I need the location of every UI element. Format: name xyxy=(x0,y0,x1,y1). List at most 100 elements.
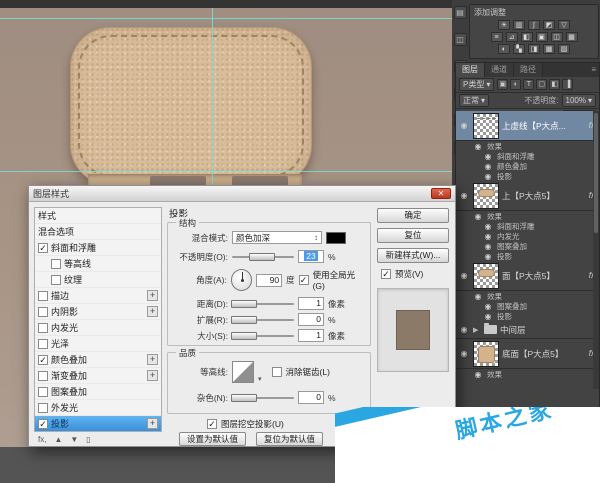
style-item-0[interactable]: 样式 xyxy=(35,208,161,224)
curves-icon[interactable]: ∫ xyxy=(528,20,540,30)
style-checkbox[interactable]: ✓ xyxy=(38,243,48,253)
angle-input[interactable]: 90 xyxy=(256,274,282,287)
visibility-eye-icon[interactable]: ◉ xyxy=(482,222,494,231)
adjustment-layer-filter-icon[interactable]: ◐ xyxy=(510,79,521,90)
photo-filter-icon[interactable]: ▣ xyxy=(536,32,548,42)
style-item-8[interactable]: 光泽 xyxy=(35,336,161,352)
effect-row[interactable]: ◉投影 xyxy=(456,171,599,181)
panel-menu-icon[interactable]: ≡ xyxy=(591,63,599,77)
reset-default-button[interactable]: 复位为默认值 xyxy=(256,432,323,446)
brightness-contrast-icon[interactable]: ☀ xyxy=(498,20,510,30)
shadow-color-swatch[interactable] xyxy=(326,232,346,244)
add-effect-icon[interactable]: + xyxy=(147,418,158,429)
style-item-9[interactable]: ✓颜色叠加+ xyxy=(35,352,161,368)
style-item-4[interactable]: 纹理 xyxy=(35,272,161,288)
filter-toggle-icon[interactable]: ▐ xyxy=(562,79,573,90)
layer-thumbnail[interactable] xyxy=(473,113,499,139)
fx-menu-icon[interactable]: fx, xyxy=(38,435,46,444)
exposure-icon[interactable]: ◩ xyxy=(543,20,555,30)
visibility-eye-icon[interactable]: ◉ xyxy=(472,292,484,301)
style-checkbox[interactable]: ✓ xyxy=(38,419,48,429)
distance-input[interactable]: 1 xyxy=(298,297,324,310)
effects-header-row[interactable]: ◉效果 xyxy=(456,291,599,301)
effect-row[interactable]: ◉投影 xyxy=(456,251,599,261)
distance-slider[interactable] xyxy=(232,299,294,309)
channel-mixer-icon[interactable]: ◫ xyxy=(551,32,563,42)
spread-input[interactable]: 0 xyxy=(298,313,324,326)
selective-color-icon[interactable]: ▨ xyxy=(558,44,570,54)
gradient-map-icon[interactable]: ▩ xyxy=(543,44,555,54)
visibility-eye-icon[interactable]: ◉ xyxy=(482,252,494,261)
effect-row[interactable]: ◉投影 xyxy=(456,311,599,321)
hue-saturation-icon[interactable]: ≡ xyxy=(491,32,503,42)
reset-button[interactable]: 复位 xyxy=(377,228,449,243)
style-item-3[interactable]: 等高线 xyxy=(35,256,161,272)
chevron-down-icon[interactable]: ▾ xyxy=(258,375,262,383)
opacity-slider[interactable] xyxy=(232,252,294,262)
add-effect-icon[interactable]: + xyxy=(147,354,158,365)
style-item-5[interactable]: 描边+ xyxy=(35,288,161,304)
expand-triangle-icon[interactable]: ▶ xyxy=(473,326,481,334)
set-default-button[interactable]: 设置为默认值 xyxy=(179,432,246,446)
posterize-icon[interactable]: ▚ xyxy=(513,44,525,54)
smart-object-filter-icon[interactable]: ◧ xyxy=(549,79,560,90)
style-checkbox[interactable] xyxy=(38,291,48,301)
vibrance-icon[interactable]: ▽ xyxy=(558,20,570,30)
layer-blend-mode-select[interactable]: 正常▾ xyxy=(459,94,489,107)
visibility-eye-icon[interactable]: ◉ xyxy=(458,121,470,130)
layer-thumbnail[interactable] xyxy=(473,263,499,289)
size-input[interactable]: 1 xyxy=(298,329,324,342)
effect-row[interactable]: ◉内发光 xyxy=(456,231,599,241)
levels-icon[interactable]: ▥ xyxy=(513,20,525,30)
contour-picker[interactable] xyxy=(232,361,254,383)
effect-row[interactable]: ◉斜面和浮雕 xyxy=(456,221,599,231)
layer-thumbnail[interactable] xyxy=(473,183,499,209)
style-checkbox[interactable] xyxy=(38,323,48,333)
style-checkbox[interactable] xyxy=(38,307,48,317)
style-checkbox[interactable] xyxy=(38,387,48,397)
layer-row[interactable]: ◉面【P大点5】fx xyxy=(456,261,599,291)
noise-input[interactable]: 0 xyxy=(298,391,324,404)
effect-row[interactable]: ◉斜面和浮雕 xyxy=(456,151,599,161)
properties-panel-icon[interactable]: ◫ xyxy=(454,33,467,46)
layer-row[interactable]: ◉上【P大点5】fx xyxy=(456,181,599,211)
style-checkbox[interactable] xyxy=(38,403,48,413)
visibility-eye-icon[interactable]: ◉ xyxy=(472,370,484,379)
layer-row[interactable]: ◉上虚线【P大点...fx xyxy=(456,111,599,141)
effects-header-row[interactable]: ◉效果 xyxy=(456,141,599,151)
color-lookup-icon[interactable]: ▦ xyxy=(566,32,578,42)
style-checkbox[interactable] xyxy=(51,259,61,269)
invert-icon[interactable]: ◐ xyxy=(498,44,510,54)
opacity-input[interactable]: 23 xyxy=(298,250,324,263)
visibility-eye-icon[interactable]: ◉ xyxy=(482,172,494,181)
visibility-eye-icon[interactable]: ◉ xyxy=(482,312,494,321)
dialog-titlebar[interactable]: 图层样式 ✕ xyxy=(29,186,455,202)
effects-header-row[interactable]: ◉效果 xyxy=(456,369,599,379)
style-item-11[interactable]: 图案叠加 xyxy=(35,384,161,400)
style-item-7[interactable]: 内发光 xyxy=(35,320,161,336)
visibility-eye-icon[interactable]: ◉ xyxy=(482,242,494,251)
visibility-eye-icon[interactable]: ◉ xyxy=(482,232,494,241)
visibility-eye-icon[interactable]: ◉ xyxy=(482,302,494,311)
close-icon[interactable]: ✕ xyxy=(431,188,451,199)
history-panel-icon[interactable]: ▤ xyxy=(454,6,467,19)
visibility-eye-icon[interactable]: ◉ xyxy=(458,271,470,280)
antialias-checkbox[interactable] xyxy=(272,367,282,377)
tab-路径[interactable]: 路径 xyxy=(514,63,543,77)
visibility-eye-icon[interactable]: ◉ xyxy=(458,349,470,358)
effects-header-row[interactable]: ◉效果 xyxy=(456,211,599,221)
black-white-icon[interactable]: ◧ xyxy=(521,32,533,42)
global-light-checkbox-row[interactable]: ✓ 使用全局光(G) xyxy=(299,269,366,291)
blend-mode-select[interactable]: 颜色加深 ↕ xyxy=(232,231,322,244)
spread-slider[interactable] xyxy=(232,315,294,325)
threshold-icon[interactable]: ◨ xyxy=(528,44,540,54)
pixel-layer-filter-icon[interactable]: ▣ xyxy=(497,79,508,90)
layer-group-row[interactable]: ◉▶中间层 xyxy=(456,321,599,339)
visibility-eye-icon[interactable]: ◉ xyxy=(458,325,470,334)
add-effect-icon[interactable]: + xyxy=(147,306,158,317)
size-slider[interactable] xyxy=(232,331,294,341)
knockout-checkbox-row[interactable]: ✓ 图层挖空投影(U) xyxy=(207,418,284,430)
tab-通道[interactable]: 通道 xyxy=(485,63,514,77)
knockout-checkbox[interactable]: ✓ xyxy=(207,419,217,429)
visibility-eye-icon[interactable]: ◉ xyxy=(482,152,494,161)
